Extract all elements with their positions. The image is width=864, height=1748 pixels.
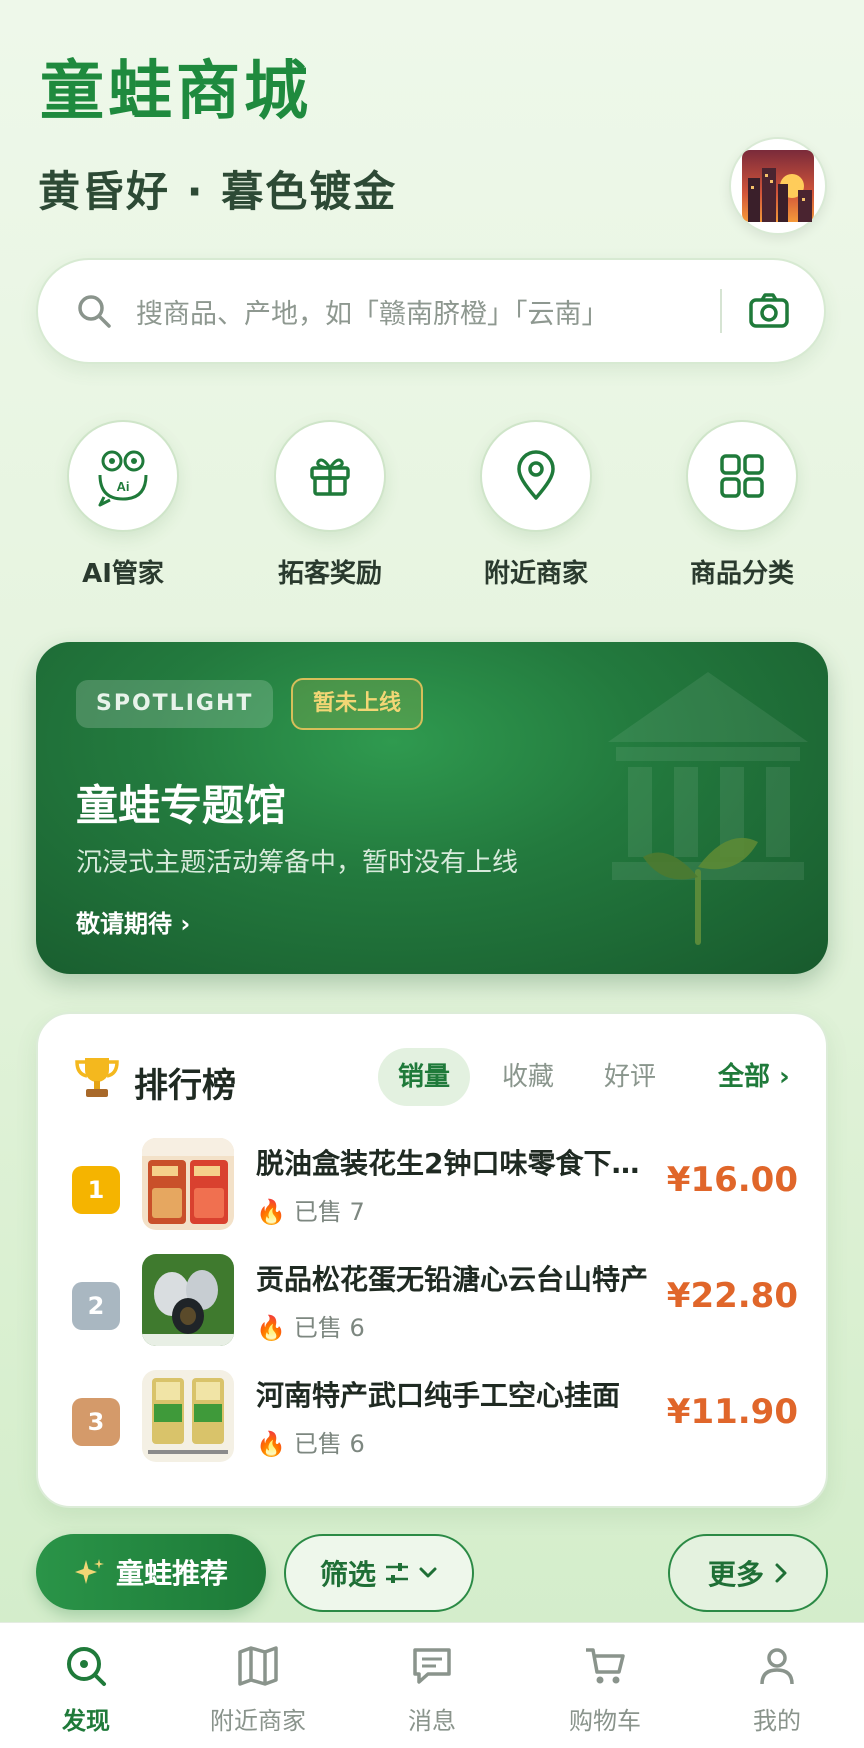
ranking-all-link[interactable]: 全部 ›: [718, 1048, 790, 1106]
ranking-row[interactable]: 2 贡品松花蛋无铅溏心云台山特产 🔥 已售 6 ¥22.80: [38, 1254, 830, 1354]
search-icon: [78, 295, 111, 328]
tab-label: 附近商家: [210, 1707, 306, 1735]
product-price: ¥22.80: [666, 1276, 798, 1316]
spotlight-banner[interactable]: SPOTLIGHT 暂未上线 童蛙专题馆 沉浸式主题活动筹备中，暂时没有上线 敬…: [36, 642, 828, 974]
quick-referral-reward[interactable]: 拓客奖励: [274, 420, 386, 589]
message-icon: [413, 1648, 451, 1684]
search-input[interactable]: 搜商品、产地，如「赣南脐橙」「云南」: [136, 292, 720, 331]
tab-reviews[interactable]: 好评: [584, 1048, 676, 1106]
discover-icon: [67, 1647, 106, 1686]
location-pin-icon: [517, 450, 555, 500]
rank-badge: 2: [72, 1282, 120, 1330]
cart-icon: [586, 1648, 625, 1684]
sold-count: 🔥 已售 6: [256, 1430, 365, 1458]
ranking-row[interactable]: 1 脱油盒装花生2钟口味零食下酒菜 🔥 已售 7 ¥16.00: [38, 1138, 830, 1238]
rank-badge: 3: [72, 1398, 120, 1446]
profile-icon: [760, 1648, 794, 1685]
fire-icon: 🔥: [256, 1314, 286, 1342]
sold-count: 🔥 已售 6: [256, 1314, 365, 1342]
map-icon: [238, 1646, 278, 1686]
sold-count: 🔥 已售 7: [256, 1198, 365, 1226]
search-divider: [720, 289, 722, 333]
product-thumbnail: [142, 1370, 234, 1462]
chevron-down-icon: [419, 1567, 437, 1578]
sparkle-icon: [74, 1559, 104, 1584]
tab-label: 我的: [753, 1707, 801, 1735]
bottom-tabbar: 发现 附近商家 消息 购物车 我的: [0, 1622, 864, 1748]
quick-categories[interactable]: 商品分类: [686, 420, 798, 589]
tab-label: 消息: [408, 1707, 456, 1735]
camera-icon[interactable]: [748, 290, 790, 332]
quick-nearby-merchants[interactable]: 附近商家: [480, 420, 592, 589]
tab-nearby-merchants[interactable]: 附近商家: [188, 1643, 328, 1736]
more-chip[interactable]: 更多: [668, 1534, 828, 1612]
spotlight-subtitle: 沉浸式主题活动筹备中，暂时没有上线: [76, 848, 519, 878]
fire-icon: 🔥: [256, 1430, 286, 1458]
ranking-title: 排行榜: [134, 1066, 236, 1106]
product-thumbnail: [142, 1138, 234, 1230]
spotlight-tag: SPOTLIGHT: [76, 680, 274, 728]
quick-label: 附近商家: [483, 559, 588, 589]
tab-favorites[interactable]: 收藏: [482, 1048, 574, 1106]
product-name: 河南特产武口纯手工空心挂面: [256, 1379, 621, 1412]
rank-badge: 1: [72, 1166, 120, 1214]
quick-label: 商品分类: [689, 559, 794, 589]
product-name: 贡品松花蛋无铅溏心云台山特产: [256, 1263, 649, 1296]
svg-text:Ai: Ai: [117, 479, 130, 494]
tab-sales[interactable]: 销量: [378, 1048, 470, 1106]
avatar[interactable]: [729, 137, 827, 235]
city-sunset-avatar-icon: [742, 150, 814, 222]
grid-icon: [720, 454, 764, 498]
filter-label: 筛选: [319, 1558, 376, 1591]
recommend-chip[interactable]: 童蛙推荐: [36, 1534, 266, 1610]
museum-building-icon: [608, 672, 808, 945]
product-price: ¥16.00: [666, 1160, 798, 1200]
spotlight-link[interactable]: 敬请期待 ›: [76, 904, 190, 939]
product-price: ¥11.90: [666, 1392, 798, 1432]
tab-profile[interactable]: 我的: [707, 1643, 847, 1736]
gift-icon: [310, 458, 350, 496]
search-bar[interactable]: 搜商品、产地，如「赣南脐橙」「云南」: [36, 258, 826, 364]
tab-label: 购物车: [569, 1707, 641, 1735]
filter-chip[interactable]: 筛选: [284, 1534, 474, 1612]
status-badge: 暂未上线: [291, 678, 424, 730]
frog-ai-icon: Ai: [98, 450, 148, 507]
chevron-right-icon: [775, 1563, 787, 1583]
ranking-card: 排行榜 销量 收藏 好评 全部 › 1 脱油盒装花生2钟口味零食下酒菜 🔥 已售 …: [36, 1012, 828, 1508]
more-label: 更多: [707, 1558, 764, 1591]
trophy-icon: [75, 1058, 119, 1097]
quick-label: AI管家: [82, 559, 164, 589]
tab-messages[interactable]: 消息: [362, 1643, 502, 1736]
greeting-text: 黄昏好 · 暮色镀金: [38, 167, 398, 216]
product-name: 脱油盒装花生2钟口味零食下酒菜: [256, 1147, 666, 1180]
sliders-icon: [386, 1563, 408, 1583]
app-title: 童蛙商城: [40, 55, 312, 129]
quick-ai-butler[interactable]: Ai AI管家: [67, 420, 179, 589]
product-thumbnail: [142, 1254, 234, 1346]
recommend-label: 童蛙推荐: [115, 1557, 228, 1590]
sprout-icon: [643, 837, 758, 945]
tab-discover[interactable]: 发现: [16, 1643, 156, 1736]
spotlight-title: 童蛙专题馆: [76, 781, 287, 830]
quick-label: 拓客奖励: [277, 559, 382, 589]
tab-cart[interactable]: 购物车: [535, 1643, 675, 1736]
ranking-row[interactable]: 3 河南特产武口纯手工空心挂面 🔥 已售 6 ¥11.90: [38, 1370, 830, 1470]
tab-label: 发现: [62, 1707, 110, 1735]
fire-icon: 🔥: [256, 1198, 286, 1226]
